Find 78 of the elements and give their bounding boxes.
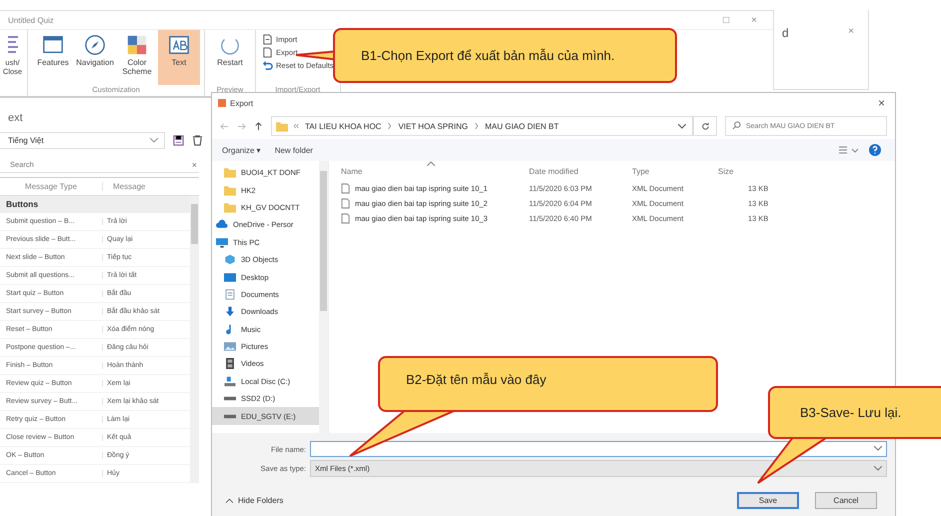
close-button[interactable]: × — [844, 26, 858, 37]
panel-title: ext — [7, 111, 24, 126]
column-header[interactable]: Message Type — [0, 182, 102, 191]
scrollbar[interactable] — [319, 161, 328, 433]
color-squares-icon — [126, 34, 148, 56]
ribbon-button[interactable]: Restart — [209, 30, 251, 85]
breadcrumb-item[interactable]: VIET HOA SPRING — [398, 122, 468, 130]
file-name-field[interactable] — [310, 441, 887, 457]
document-icon — [224, 288, 236, 300]
window-title: d — [782, 26, 789, 40]
double-chevron-icon — [294, 123, 299, 129]
ribbon-button[interactable]: Features — [32, 30, 74, 85]
folder-icon — [224, 202, 236, 213]
cube-icon — [224, 254, 236, 266]
hard-drive-icon — [224, 376, 236, 387]
column-header[interactable]: Message — [102, 182, 199, 191]
column-header[interactable]: Date modified — [529, 166, 632, 176]
chevron-right-icon — [387, 123, 392, 129]
scrollbar[interactable] — [190, 196, 199, 483]
up-arrow-icon[interactable] — [254, 122, 263, 130]
callout: B1-Chọn Export để xuất bản mẫu của mình. — [333, 28, 677, 83]
cloud-icon — [216, 219, 228, 230]
chevron-right-icon — [474, 123, 479, 129]
download-icon — [224, 306, 236, 318]
breadcrumb-item[interactable]: TAI LIEU KHOA HOC — [305, 122, 382, 130]
desktop-icon — [224, 272, 236, 283]
file-icon — [341, 198, 350, 209]
sort-up-icon — [427, 160, 435, 166]
new-folder-button[interactable]: New folder — [272, 146, 315, 154]
save-button[interactable]: Save — [737, 492, 799, 509]
view-options-icon[interactable] — [839, 145, 859, 155]
column-header[interactable]: Size — [718, 166, 778, 176]
ribbon-button[interactable]: Color Scheme — [116, 30, 158, 85]
film-icon — [224, 358, 236, 370]
window-title: Untitled Quiz — [8, 16, 54, 24]
column-header[interactable]: Name — [341, 166, 529, 176]
compass-icon — [84, 34, 106, 56]
ribbon-button[interactable]: Text — [158, 30, 200, 85]
close-button[interactable]: × — [747, 14, 761, 26]
refresh-button[interactable] — [693, 116, 717, 136]
chevron-down-icon — [150, 138, 158, 143]
list-icon — [8, 36, 18, 54]
folder-icon — [276, 120, 288, 132]
close-button[interactable]: × — [868, 96, 895, 110]
dialog-title: Export — [230, 98, 254, 108]
organize-button[interactable]: Organize ▾ — [220, 146, 263, 154]
callout: B3-Save- Lưu lại. — [768, 386, 941, 439]
file-icon — [341, 183, 350, 194]
save-icon[interactable] — [173, 135, 184, 146]
chevron-up-icon — [226, 498, 233, 503]
folder-icon — [224, 184, 236, 196]
language-dropdown[interactable]: Tiếng Việt — [0, 132, 165, 149]
trash-icon[interactable] — [192, 135, 203, 146]
ribbon-button[interactable]: Navigation — [74, 30, 116, 85]
group-header: Buttons — [0, 196, 190, 213]
undo-icon — [262, 60, 273, 71]
chevron-down-icon — [874, 466, 882, 471]
folder-icon — [224, 167, 236, 178]
refresh-icon — [700, 122, 710, 130]
monitor-icon — [216, 236, 228, 248]
chevron-down-icon — [874, 446, 882, 451]
app-icon — [218, 99, 226, 107]
hide-folders-button[interactable]: Hide Folders — [220, 495, 290, 506]
breadcrumb-item[interactable]: MAU GIAO DIEN BT — [484, 122, 559, 130]
column-header[interactable]: Type — [632, 166, 718, 176]
picture-icon — [224, 341, 236, 352]
file-icon — [341, 213, 350, 224]
document-icon — [262, 47, 273, 58]
chevron-down-icon[interactable] — [678, 124, 686, 128]
window-icon — [42, 34, 64, 56]
maximize-button[interactable]: □ — [719, 14, 734, 26]
search-icon — [732, 121, 741, 130]
document-icon — [262, 34, 273, 45]
cancel-button[interactable]: Cancel — [815, 492, 877, 509]
text-icon — [168, 34, 190, 56]
help-icon[interactable] — [869, 144, 881, 156]
clear-button[interactable]: × — [192, 160, 199, 170]
address-bar[interactable]: TAI LIEU KHOA HOC VIET HOA SPRING MAU GIAO DIEN BT — [271, 116, 693, 136]
